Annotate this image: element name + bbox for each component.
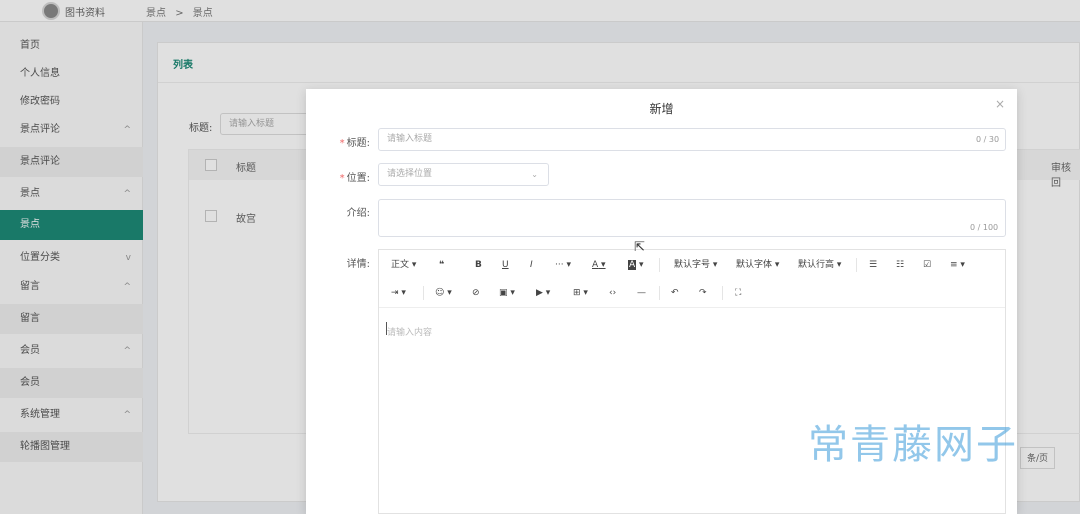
location-placeholder: 请选择位置 bbox=[387, 169, 433, 179]
toolbar-divider bbox=[423, 286, 424, 300]
label-text: 介绍: bbox=[346, 208, 370, 219]
image-icon: ▣ bbox=[499, 288, 508, 298]
required-mark: * bbox=[339, 138, 345, 149]
editor-toolbar: 正文 ▾ ❝ B U I ··· ▾ A ▾ A ▾ 默认字号 ▾ 默认字体 ▾… bbox=[379, 250, 1005, 308]
emoji-icon: ☺ bbox=[435, 288, 445, 298]
redo-icon[interactable]: ↷ bbox=[699, 286, 707, 300]
mouse-cursor-icon: ⇱ bbox=[634, 240, 645, 255]
location-select[interactable]: 请选择位置 ⌄ bbox=[378, 163, 549, 186]
watermark: 常青藤网子 bbox=[808, 422, 1018, 468]
chevron-down-icon: ⌄ bbox=[531, 170, 538, 179]
table-dropdown[interactable]: ⊞ ▾ bbox=[573, 286, 588, 300]
video-icon: ▶ bbox=[536, 288, 543, 298]
required-mark: * bbox=[339, 173, 345, 184]
table-icon: ⊞ bbox=[573, 288, 581, 298]
bullet-list-icon[interactable]: ☰ bbox=[869, 258, 877, 272]
title-input[interactable]: 请输入标题 bbox=[378, 128, 1006, 151]
indent-dropdown[interactable]: ⇥ ▾ bbox=[391, 286, 406, 300]
ordered-list-icon[interactable]: ☷ bbox=[896, 258, 904, 272]
align-icon: ≡ bbox=[950, 260, 958, 270]
title-placeholder: 请输入标题 bbox=[387, 134, 433, 144]
label-text: 位置: bbox=[346, 173, 370, 184]
location-field-label: * 位置: bbox=[308, 169, 370, 184]
fullscreen-icon[interactable]: ⛶ bbox=[735, 286, 741, 300]
details-field-label: 详情: bbox=[308, 255, 370, 270]
quote-icon[interactable]: ❝ bbox=[439, 258, 444, 272]
video-dropdown[interactable]: ▶ ▾ bbox=[536, 286, 550, 300]
close-icon[interactable]: × bbox=[995, 97, 1005, 111]
toolbar-divider bbox=[722, 286, 723, 300]
indent-icon: ⇥ bbox=[391, 288, 399, 298]
intro-counter: 0 / 100 bbox=[970, 223, 999, 232]
bg-color-dropdown[interactable]: A ▾ bbox=[628, 258, 644, 272]
toolbar-divider bbox=[659, 258, 660, 272]
intro-textarea[interactable] bbox=[378, 199, 1006, 237]
image-dropdown[interactable]: ▣ ▾ bbox=[499, 286, 515, 300]
undo-icon[interactable]: ↶ bbox=[671, 286, 679, 300]
font-size-dropdown[interactable]: 默认字号 ▾ bbox=[674, 258, 717, 272]
bg-color-icon: A bbox=[628, 260, 637, 270]
code-icon[interactable]: ‹› bbox=[609, 286, 616, 300]
italic-icon[interactable]: I bbox=[530, 258, 533, 272]
dialog-title: 新增 bbox=[649, 102, 674, 116]
label-text: 标题: bbox=[346, 138, 370, 149]
font-size-label: 默认字号 bbox=[674, 260, 711, 270]
title-field-label: * 标题: bbox=[308, 134, 370, 149]
label-text: 详情: bbox=[346, 259, 370, 270]
bold-icon[interactable]: B bbox=[475, 258, 482, 272]
title-counter: 0 / 30 bbox=[976, 135, 1000, 144]
underline-icon[interactable]: U bbox=[502, 258, 509, 272]
align-dropdown[interactable]: ≡ ▾ bbox=[950, 258, 965, 272]
link-icon[interactable]: ⊘ bbox=[472, 286, 480, 300]
font-color-icon: A bbox=[592, 260, 599, 270]
font-family-dropdown[interactable]: 默认字体 ▾ bbox=[736, 258, 779, 272]
more-icon: ··· bbox=[555, 260, 564, 270]
divider-icon[interactable]: — bbox=[637, 286, 646, 300]
emoji-dropdown[interactable]: ☺ ▾ bbox=[435, 286, 452, 300]
toolbar-divider bbox=[856, 258, 857, 272]
font-family-label: 默认字体 bbox=[736, 260, 773, 270]
intro-field-label: 介绍: bbox=[308, 204, 370, 219]
more-dropdown[interactable]: ··· ▾ bbox=[555, 258, 571, 272]
todo-icon[interactable]: ☑ bbox=[923, 258, 931, 272]
rich-text-editor: 正文 ▾ ❝ B U I ··· ▾ A ▾ A ▾ 默认字号 ▾ 默认字体 ▾… bbox=[378, 249, 1006, 514]
line-height-label: 默认行高 bbox=[798, 260, 835, 270]
heading-dropdown[interactable]: 正文 ▾ bbox=[391, 258, 416, 272]
line-height-dropdown[interactable]: 默认行高 ▾ bbox=[798, 258, 841, 272]
editor-placeholder[interactable]: 请输入内容 bbox=[387, 325, 432, 338]
font-color-dropdown[interactable]: A ▾ bbox=[592, 258, 606, 272]
heading-label: 正文 bbox=[391, 260, 410, 270]
toolbar-divider bbox=[659, 286, 660, 300]
